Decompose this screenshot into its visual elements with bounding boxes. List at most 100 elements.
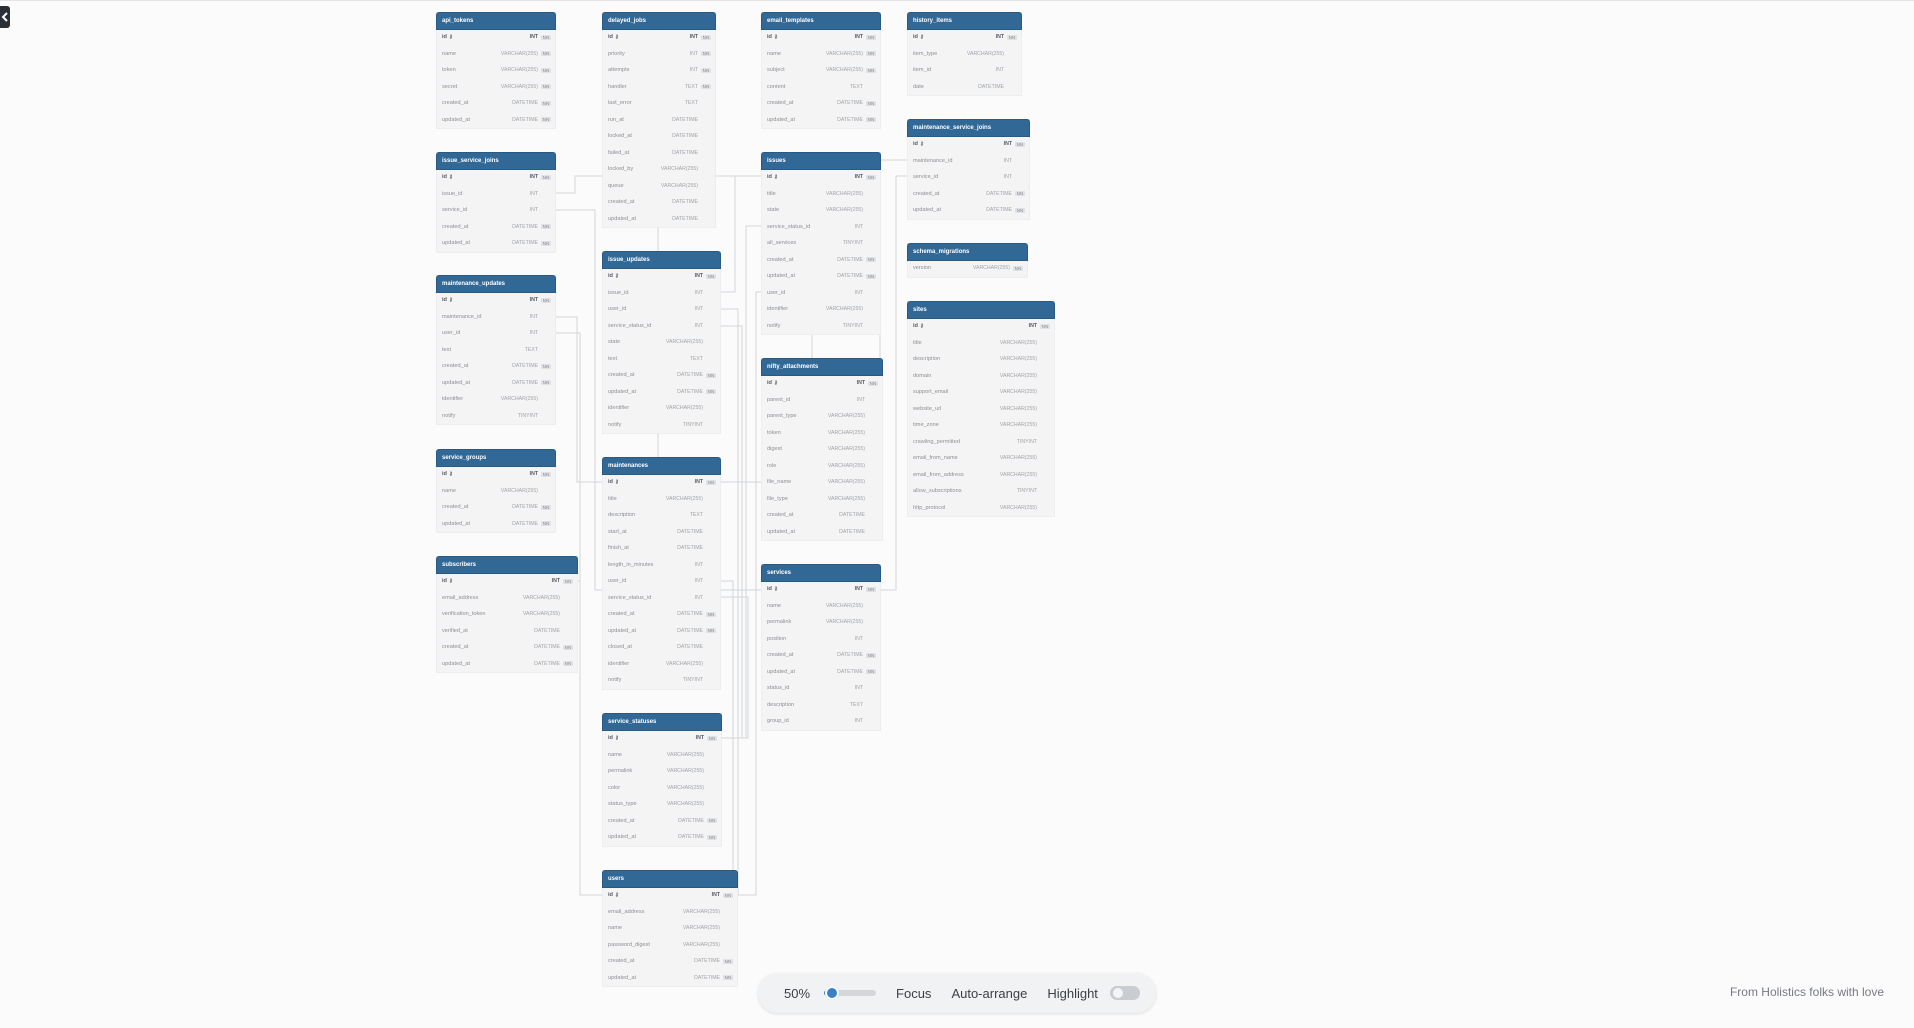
table-column-row[interactable]: description TEXT: [603, 507, 720, 524]
table-column-row[interactable]: id ⚷ INT NN: [437, 29, 555, 46]
table-header[interactable]: sites: [908, 302, 1054, 318]
table-column-row[interactable]: created_at DATETIME NN: [603, 953, 737, 970]
table-column-row[interactable]: service_status_id INT: [762, 219, 880, 236]
table-column-row[interactable]: updated_at DATETIME NN: [437, 375, 555, 392]
table-column-row[interactable]: updated_at DATETIME NN: [762, 664, 880, 681]
table-column-row[interactable]: file_name VARCHAR(255): [762, 474, 882, 491]
table-api-tokens[interactable]: api_tokens id ⚷ INT NN name VARCHAR(255) NN toke…: [437, 13, 555, 128]
table-column-row[interactable]: content TEXT: [762, 79, 880, 96]
table-issues[interactable]: issues id ⚷ INT NN title VARCHAR(255) state VARC…: [762, 153, 880, 334]
table-column-row[interactable]: maintenance_id INT: [908, 153, 1029, 170]
table-header[interactable]: schema_migrations: [908, 244, 1027, 260]
table-column-row[interactable]: text TEXT: [437, 342, 555, 359]
table-column-row[interactable]: created_at DATETIME: [603, 194, 715, 211]
table-header[interactable]: service_statuses: [603, 714, 721, 730]
table-column-row[interactable]: updated_at DATETIME NN: [908, 202, 1029, 219]
table-column-row[interactable]: identifier VARCHAR(255): [603, 656, 720, 673]
table-column-row[interactable]: updated_at DATETIME NN: [762, 112, 880, 129]
table-maintenances[interactable]: maintenances id ⚷ INT NN title VARCHAR(255) des…: [603, 458, 720, 689]
table-column-row[interactable]: id ⚷ INT NN: [603, 29, 715, 46]
table-column-row[interactable]: last_error TEXT: [603, 95, 715, 112]
table-column-row[interactable]: status_id INT: [762, 680, 880, 697]
table-column-row[interactable]: item_type VARCHAR(255): [908, 46, 1021, 63]
table-column-row[interactable]: created_at DATETIME NN: [437, 358, 555, 375]
table-column-row[interactable]: support_email VARCHAR(255): [908, 384, 1054, 401]
table-column-row[interactable]: name VARCHAR(255): [762, 598, 880, 615]
table-column-row[interactable]: parent_id INT: [762, 392, 882, 409]
table-column-row[interactable]: user_id INT: [603, 301, 720, 318]
table-column-row[interactable]: allow_subscriptions TINYINT: [908, 483, 1054, 500]
table-column-row[interactable]: created_at DATETIME NN: [603, 606, 720, 623]
table-column-row[interactable]: finish_at DATETIME: [603, 540, 720, 557]
highlight-toggle[interactable]: [1109, 986, 1140, 1000]
table-column-row[interactable]: updated_at DATETIME NN: [603, 623, 720, 640]
table-column-row[interactable]: id ⚷ INT NN: [908, 318, 1054, 335]
table-column-row[interactable]: role VARCHAR(255): [762, 458, 882, 475]
table-column-row[interactable]: created_at DATETIME NN: [908, 186, 1029, 203]
table-column-row[interactable]: title VARCHAR(255): [762, 186, 880, 203]
table-column-row[interactable]: identifier VARCHAR(255): [603, 400, 720, 417]
table-column-row[interactable]: description VARCHAR(255): [908, 351, 1054, 368]
table-column-row[interactable]: failed_at DATETIME: [603, 145, 715, 162]
table-header[interactable]: maintenances: [603, 458, 720, 474]
table-column-row[interactable]: updated_at DATETIME NN: [603, 384, 720, 401]
table-column-row[interactable]: service_id INT: [437, 202, 555, 219]
table-column-row[interactable]: all_services TINYINT: [762, 235, 880, 252]
table-column-row[interactable]: updated_at DATETIME: [762, 524, 882, 541]
table-column-row[interactable]: updated_at DATETIME NN: [603, 970, 737, 987]
table-column-row[interactable]: group_id INT: [762, 713, 880, 730]
table-sites[interactable]: sites id ⚷ INT NN title VARCHAR(255) descriptio…: [908, 302, 1054, 516]
table-column-row[interactable]: state VARCHAR(255): [762, 202, 880, 219]
table-column-row[interactable]: title VARCHAR(255): [603, 491, 720, 508]
table-column-row[interactable]: item_id INT: [908, 62, 1021, 79]
table-service-groups[interactable]: service_groups id ⚷ INT NN name VARCHAR(255) cr…: [437, 450, 555, 532]
table-column-row[interactable]: parent_type VARCHAR(255): [762, 408, 882, 425]
table-header[interactable]: maintenance_updates: [437, 276, 555, 292]
table-column-row[interactable]: id ⚷ INT NN: [603, 887, 737, 904]
table-column-row[interactable]: run_at DATETIME: [603, 112, 715, 129]
table-history-items[interactable]: history_items id ⚷ INT NN item_type VARCHAR(25…: [908, 13, 1021, 95]
table-column-row[interactable]: created_at DATETIME NN: [437, 499, 555, 516]
table-column-row[interactable]: notify TINYINT: [437, 408, 555, 425]
table-header[interactable]: services: [762, 565, 880, 581]
table-column-row[interactable]: user_id INT: [437, 325, 555, 342]
table-column-row[interactable]: created_at DATETIME NN: [437, 219, 555, 236]
table-column-row[interactable]: maintenance_id INT: [437, 309, 555, 326]
table-column-row[interactable]: updated_at DATETIME NN: [437, 516, 555, 533]
table-column-row[interactable]: permalink VARCHAR(255): [762, 614, 880, 631]
table-column-row[interactable]: closed_at DATETIME: [603, 639, 720, 656]
table-column-row[interactable]: locked_at DATETIME: [603, 128, 715, 145]
table-column-row[interactable]: id ⚷ INT NN: [437, 466, 555, 483]
table-users[interactable]: users id ⚷ INT NN email_address VARCHAR(255) na…: [603, 871, 737, 986]
table-column-row[interactable]: updated_at DATETIME NN: [437, 112, 555, 129]
table-column-row[interactable]: id ⚷ INT NN: [603, 730, 721, 747]
table-column-row[interactable]: id ⚷ INT NN: [908, 29, 1021, 46]
table-column-row[interactable]: permalink VARCHAR(255): [603, 763, 721, 780]
table-column-row[interactable]: updated_at DATETIME NN: [603, 829, 721, 846]
table-column-row[interactable]: id ⚷ INT NN: [437, 169, 555, 186]
table-column-row[interactable]: id ⚷ INT NN: [908, 136, 1029, 153]
table-column-row[interactable]: start_at DATETIME: [603, 524, 720, 541]
table-column-row[interactable]: website_url VARCHAR(255): [908, 401, 1054, 418]
table-column-row[interactable]: queue VARCHAR(255): [603, 178, 715, 195]
table-column-row[interactable]: text TEXT: [603, 351, 720, 368]
table-column-row[interactable]: notify TINYINT: [603, 417, 720, 434]
table-column-row[interactable]: digest VARCHAR(255): [762, 441, 882, 458]
table-column-row[interactable]: service_status_id INT: [603, 590, 720, 607]
table-issue-service-joins[interactable]: issue_service_joins id ⚷ INT NN issue_id INT se…: [437, 153, 555, 252]
table-column-row[interactable]: token VARCHAR(255) NN: [437, 62, 555, 79]
table-column-row[interactable]: crawling_permitted TINYINT: [908, 434, 1054, 451]
table-header[interactable]: history_items: [908, 13, 1021, 29]
table-column-row[interactable]: user_id INT: [603, 573, 720, 590]
table-column-row[interactable]: status_type VARCHAR(255): [603, 796, 721, 813]
table-column-row[interactable]: created_at DATETIME NN: [437, 639, 577, 656]
table-column-row[interactable]: verification_token VARCHAR(255): [437, 606, 577, 623]
table-header[interactable]: users: [603, 871, 737, 887]
table-column-row[interactable]: time_zone VARCHAR(255): [908, 417, 1054, 434]
table-column-row[interactable]: updated_at DATETIME NN: [762, 268, 880, 285]
zoom-slider[interactable]: [824, 986, 877, 1000]
table-column-row[interactable]: created_at DATETIME NN: [603, 813, 721, 830]
table-delayed-jobs[interactable]: delayed_jobs id ⚷ INT NN priority INT NN attempt…: [603, 13, 715, 227]
table-column-row[interactable]: service_status_id INT: [603, 318, 720, 335]
table-nifty-attachments[interactable]: nifty_attachments id ⚷ INT NN parent_id INT par…: [762, 359, 882, 540]
